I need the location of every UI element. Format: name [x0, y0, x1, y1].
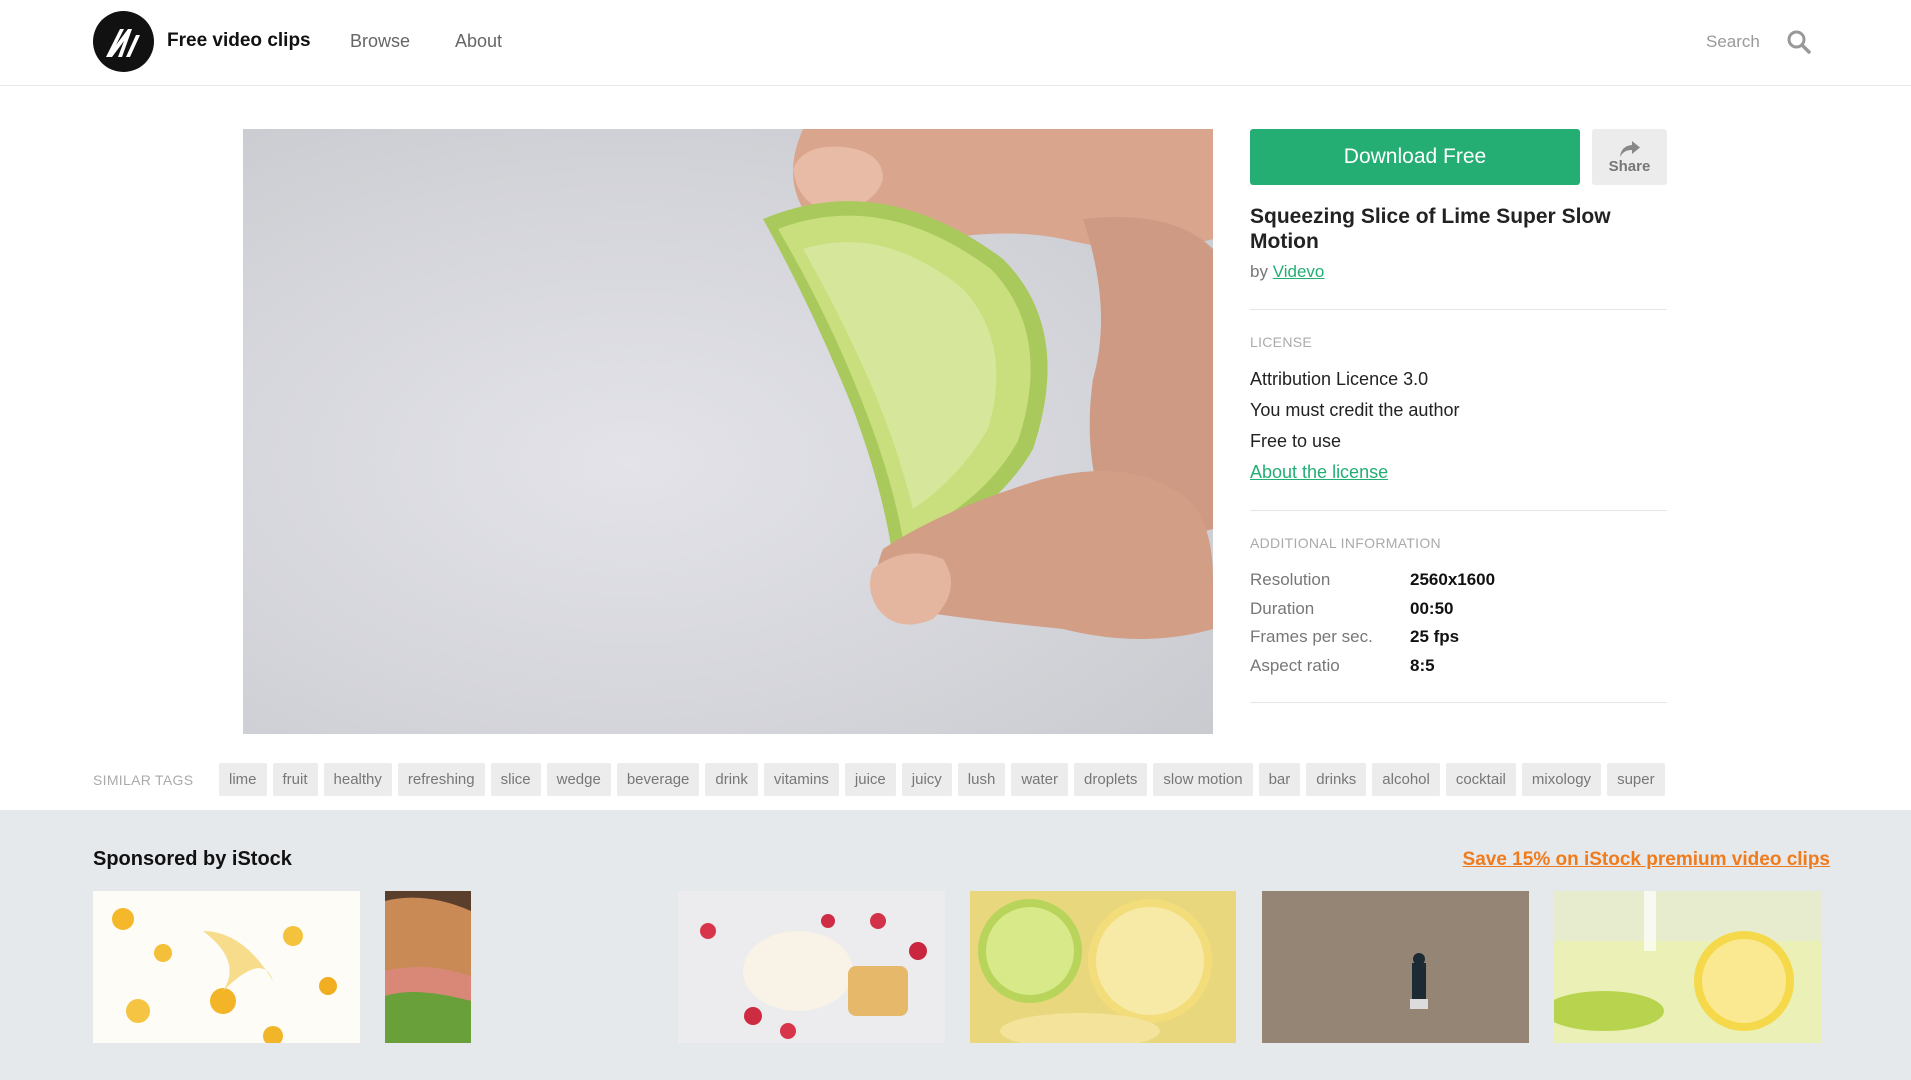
tag-chip[interactable]: juice [844, 763, 896, 796]
share-arrow-icon [1619, 140, 1640, 157]
about-license-link[interactable]: About the license [1250, 462, 1388, 483]
tag-chip[interactable]: beverage [616, 763, 700, 796]
sponsored-thumb[interactable] [970, 891, 1236, 1043]
top-bar: Free video clips Browse About Search [0, 0, 1911, 86]
info-value: 8:5 [1410, 656, 1435, 675]
video-player[interactable] [243, 129, 1213, 734]
info-row-aspect: Aspect ratio 8:5 [1250, 656, 1650, 684]
info-label: Duration [1250, 599, 1315, 618]
byline: by Videvo [1250, 262, 1324, 282]
tag-chip[interactable]: lush [957, 763, 1006, 796]
info-value: 2560x1600 [1410, 570, 1496, 589]
tag-chip[interactable]: slice [490, 763, 541, 796]
info-label: Aspect ratio [1250, 656, 1340, 675]
author-link[interactable]: Videvo [1273, 262, 1325, 281]
tag-chip[interactable]: super [1607, 763, 1665, 796]
oranges-splash-thumb [112, 908, 337, 1043]
license-heading: LICENSE [1250, 334, 1313, 350]
search-input[interactable]: Search [1706, 32, 1760, 52]
rain-figure-thumb [1262, 891, 1529, 1043]
sponsored-thumb[interactable] [678, 891, 945, 1043]
tag-chip[interactable]: wedge [546, 763, 611, 796]
info-row-resolution: Resolution 2560x1600 [1250, 570, 1650, 598]
sandwich-thumb [385, 891, 471, 1043]
istock-promo-link[interactable]: Save 15% on iStock premium video clips [1463, 849, 1830, 871]
search-icon[interactable] [1786, 29, 1812, 55]
tag-chip[interactable]: refreshing [397, 763, 485, 796]
tag-chip[interactable]: drinks [1306, 763, 1367, 796]
tag-chip[interactable]: mixology [1521, 763, 1602, 796]
divider [1250, 702, 1667, 703]
share-button[interactable]: Share [1592, 129, 1667, 185]
byline-prefix: by [1250, 262, 1268, 281]
tag-chip[interactable]: fruit [272, 763, 318, 796]
tag-chip[interactable]: drink [705, 763, 758, 796]
info-value: 00:50 [1410, 599, 1454, 618]
share-label: Share [1608, 157, 1651, 175]
sponsored-thumb[interactable] [1554, 891, 1822, 1043]
info-label: Frames per sec. [1250, 627, 1373, 646]
tag-chip[interactable]: bar [1258, 763, 1301, 796]
tag-chip[interactable]: droplets [1074, 763, 1148, 796]
brand-link[interactable]: Free video clips [167, 30, 311, 52]
lemonade-glass-thumb [1554, 891, 1822, 1043]
info-row-duration: Duration 00:50 [1250, 599, 1650, 627]
license-type: Attribution Licence 3.0 [1250, 369, 1429, 389]
video-title: Squeezing Slice of Lime Super Slow Motio… [1250, 205, 1611, 253]
tag-chip[interactable]: alcohol [1372, 763, 1440, 796]
info-row-fps: Frames per sec. 25 fps [1250, 627, 1650, 655]
sponsored-thumb[interactable] [385, 891, 471, 1043]
additional-info-heading: ADDITIONAL INFORMATION [1250, 535, 1441, 551]
nav-browse[interactable]: Browse [350, 31, 410, 52]
info-label: Resolution [1250, 570, 1331, 589]
license-free: Free to use [1250, 431, 1342, 451]
tag-chip[interactable]: lime [219, 763, 267, 796]
divider [1250, 510, 1667, 511]
ice-cream-waffle-thumb [678, 891, 945, 1043]
tag-list: lime fruit healthy refreshing slice wedg… [219, 763, 1805, 797]
tag-chip[interactable]: slow motion [1153, 763, 1253, 796]
tag-chip[interactable]: healthy [323, 763, 392, 796]
license-credit: You must credit the author [1250, 400, 1460, 420]
sponsored-heading: Sponsored by iStock [93, 848, 292, 870]
info-value: 25 fps [1410, 627, 1460, 646]
lime-lemon-drink-thumb [970, 891, 1236, 1043]
nav-about[interactable]: About [455, 31, 502, 52]
tag-chip[interactable]: water [1011, 763, 1069, 796]
logo-icon[interactable] [93, 11, 154, 72]
tag-chip[interactable]: vitamins [763, 763, 839, 796]
download-free-button[interactable]: Download Free [1250, 129, 1580, 185]
similar-tags-heading: SIMILAR TAGS [93, 772, 194, 788]
sponsored-thumb[interactable] [1262, 891, 1529, 1043]
tag-chip[interactable]: juicy [901, 763, 952, 796]
divider [1250, 309, 1667, 310]
sponsored-thumb[interactable] [93, 891, 360, 1043]
tag-chip[interactable]: cocktail [1445, 763, 1516, 796]
lime-video-frame [763, 129, 1213, 639]
